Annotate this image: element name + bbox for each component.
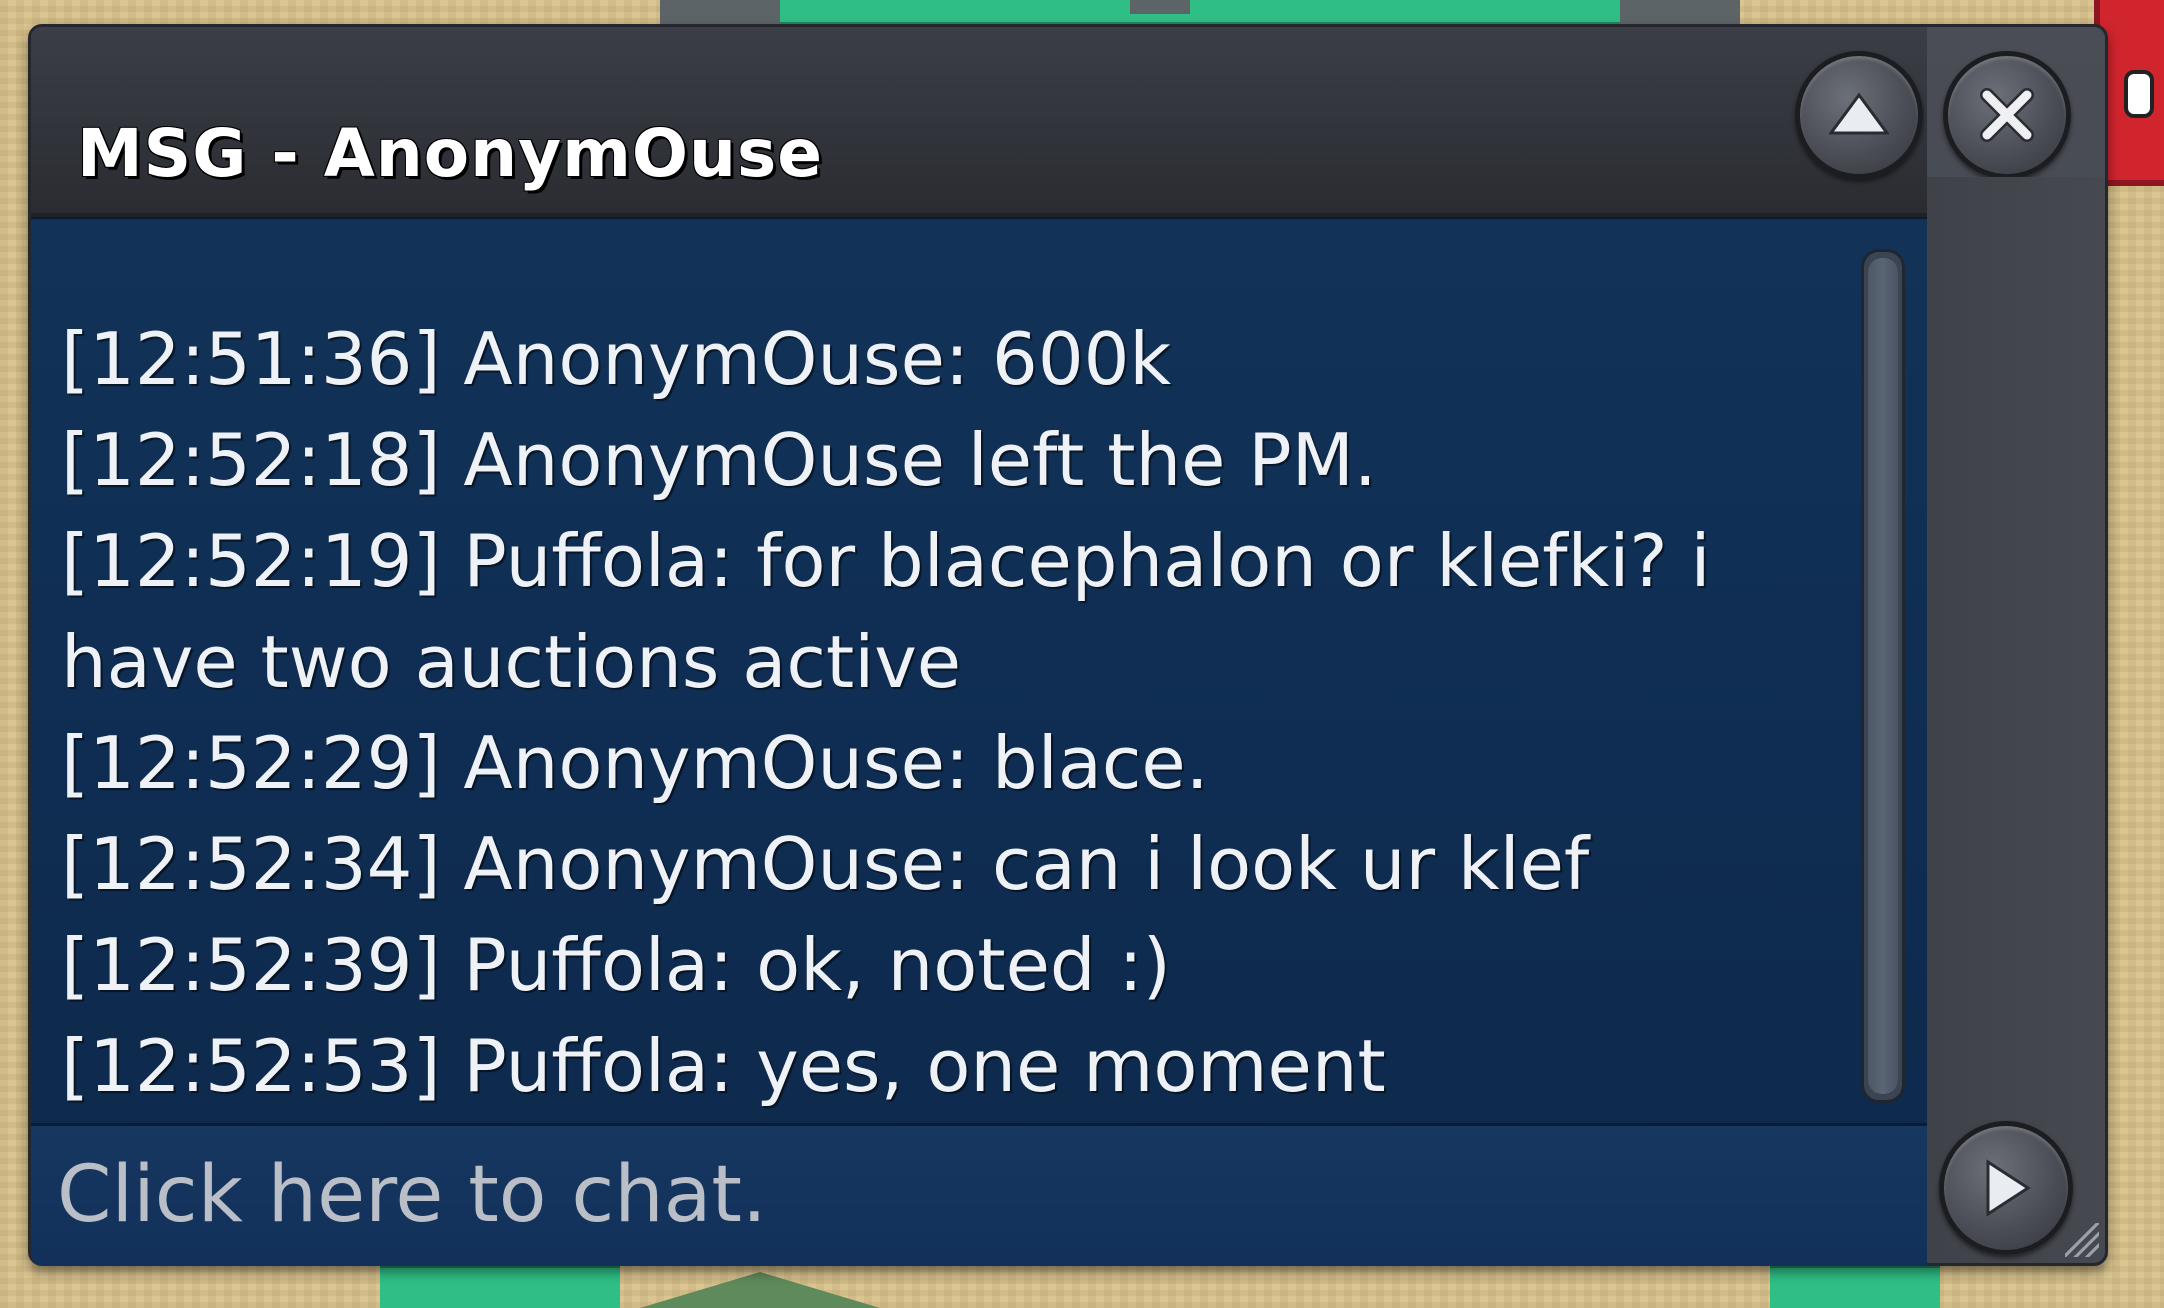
private-message-window: MSG - AnonymOuse [12:51:36] AnonymOuse: … (28, 24, 2108, 1266)
chat-message: [12:52:34] AnonymOuse: can i look ur kle… (61, 822, 1590, 906)
chat-message: [12:52:19] Puffola: for blacephalon or k… (61, 519, 1711, 704)
chat-message: [12:51:36] AnonymOuse: 600k (61, 317, 1172, 401)
chat-message: [12:52:53] Puffola: yes, one moment (61, 1024, 1386, 1108)
window-titlebar[interactable]: MSG - AnonymOuse (31, 27, 1927, 217)
minimize-button[interactable] (1795, 51, 1923, 179)
window-title: MSG - AnonymOuse (77, 115, 824, 192)
scrollbar-thumb[interactable] (1868, 258, 1898, 1094)
chat-message: [12:52:29] AnonymOuse: blace. (61, 721, 1209, 805)
game-world-tile (380, 1264, 620, 1308)
chat-log-area: [12:51:36] AnonymOuse: 600k [12:52:18] A… (31, 217, 1927, 1125)
game-world-tree (640, 1272, 880, 1308)
game-world-tile (1770, 1264, 1940, 1308)
chat-input-bar (31, 1123, 1927, 1266)
chat-input[interactable] (51, 1136, 1907, 1254)
chat-log: [12:51:36] AnonymOuse: 600k [12:52:18] A… (61, 309, 1841, 1117)
character-eye (2124, 70, 2154, 118)
game-world-roof (780, 0, 1620, 26)
close-icon (1980, 88, 2034, 142)
chat-message: [12:52:39] Puffola: ok, noted :) (61, 923, 1171, 1007)
chevron-up-icon (1829, 93, 1889, 135)
resize-grip[interactable] (2065, 1223, 2099, 1257)
play-arrow-icon (1986, 1159, 2031, 1217)
chat-message: [12:52:18] AnonymOuse left the PM. (61, 418, 1377, 502)
send-button[interactable] (1939, 1121, 2073, 1255)
chat-scrollbar[interactable] (1861, 249, 1905, 1103)
game-world-notch (1130, 0, 1190, 14)
close-button[interactable] (1943, 51, 2071, 179)
window-side-rail (1927, 177, 2105, 1263)
